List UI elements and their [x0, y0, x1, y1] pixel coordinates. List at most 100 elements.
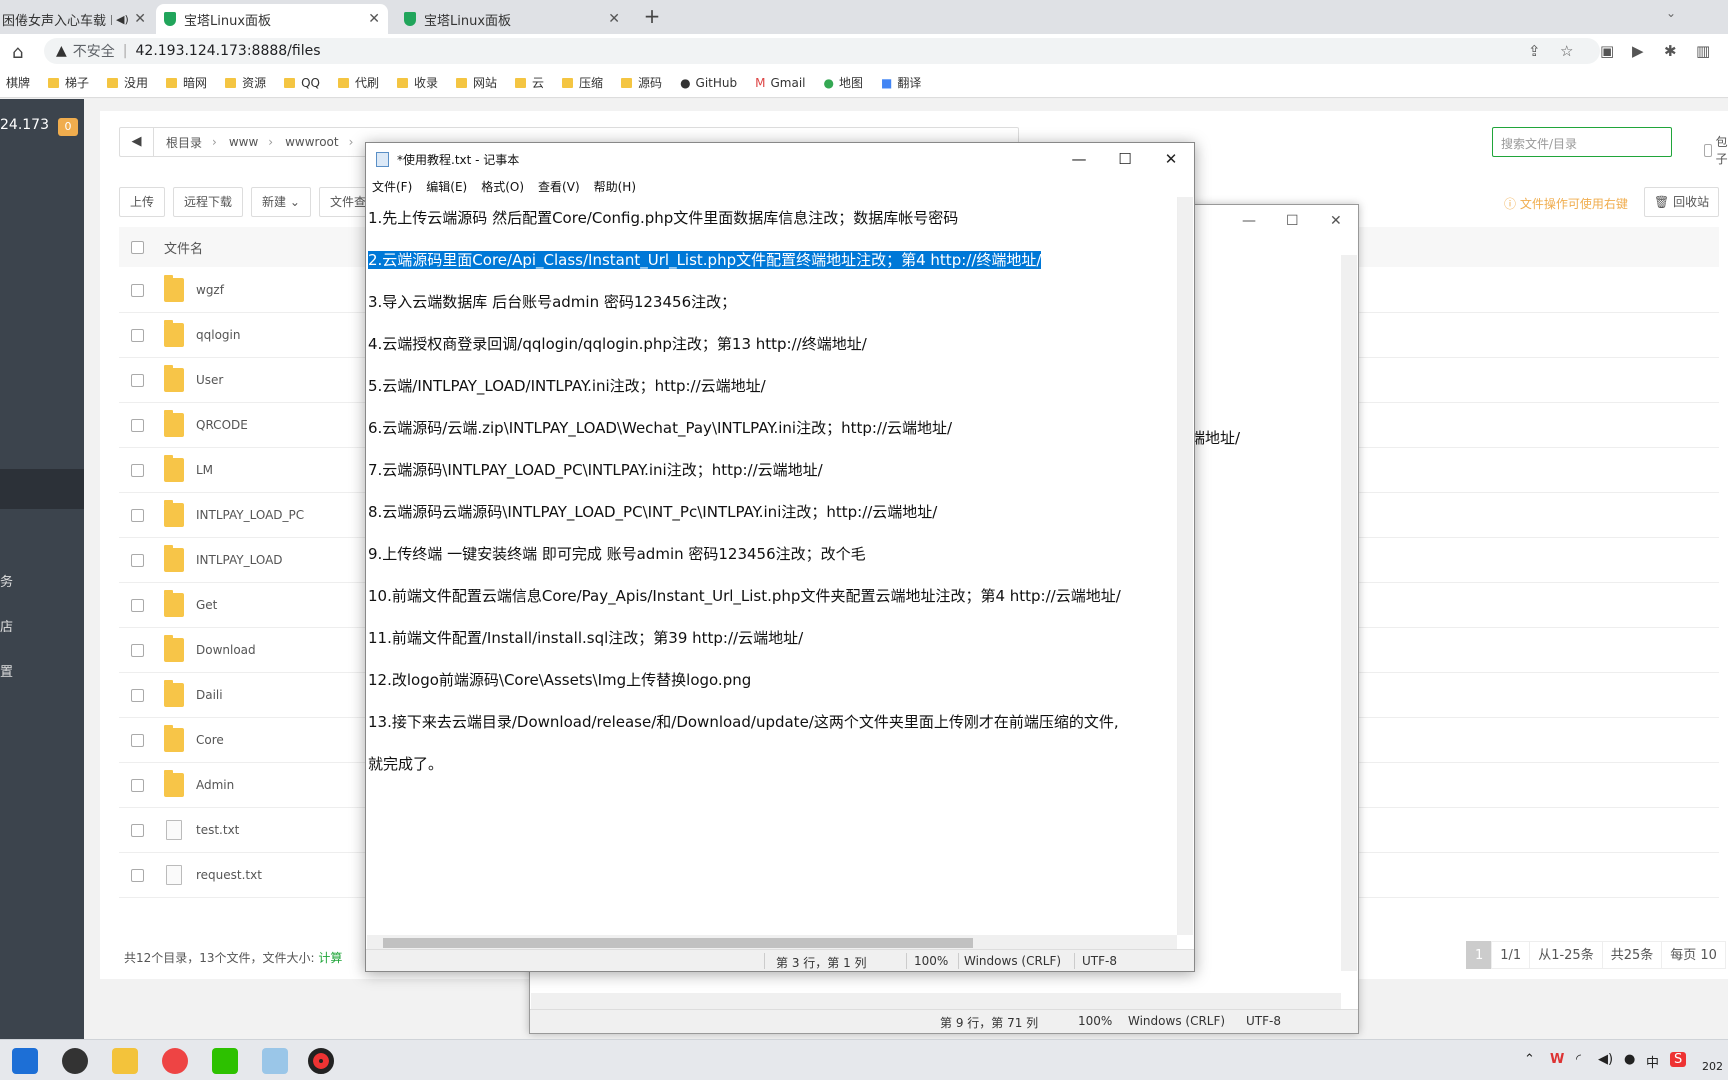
file-name[interactable]: Get: [196, 598, 217, 612]
mail-app-icon[interactable]: [12, 1048, 38, 1074]
browser-tab-2[interactable]: 宝塔Linux面板 ✕: [156, 4, 388, 34]
row-checkbox[interactable]: [131, 328, 144, 342]
row-checkbox[interactable]: [131, 643, 144, 657]
file-explorer-icon[interactable]: [112, 1048, 138, 1074]
wechat-icon[interactable]: [212, 1048, 238, 1074]
ime-label[interactable]: 中: [1646, 1052, 1659, 1071]
row-checkbox[interactable]: [131, 868, 144, 882]
bookmark-item[interactable]: 云: [515, 74, 544, 91]
close-icon[interactable]: ✕: [134, 11, 146, 27]
bookmark-item[interactable]: 网站: [456, 74, 497, 91]
bookmark-github[interactable]: ● GitHub: [680, 76, 737, 90]
close-icon[interactable]: ✕: [368, 11, 380, 27]
sidebar-item-label[interactable]: 置: [0, 661, 13, 680]
title-bar[interactable]: *使用教程.txt - 记事本 — ☐ ✕: [366, 143, 1194, 175]
close-icon[interactable]: ✕: [1148, 143, 1194, 175]
row-checkbox[interactable]: [131, 508, 144, 522]
close-icon[interactable]: ✕: [1330, 213, 1342, 229]
bookmark-maps[interactable]: ● 地图: [824, 74, 864, 91]
file-name[interactable]: test.txt: [196, 823, 239, 837]
row-checkbox[interactable]: [131, 463, 144, 477]
menu-help[interactable]: 帮助(H): [594, 178, 636, 195]
row-checkbox[interactable]: [131, 778, 144, 792]
sidebar-item-active[interactable]: [0, 469, 84, 509]
maximize-icon[interactable]: ☐: [1286, 213, 1299, 229]
file-name[interactable]: request.txt: [196, 868, 262, 882]
bookmark-item[interactable]: 没用: [107, 74, 148, 91]
sogou-icon[interactable]: S: [1670, 1052, 1687, 1067]
wps-icon[interactable]: W: [1550, 1052, 1564, 1067]
minimize-icon[interactable]: —: [1056, 143, 1102, 175]
bookmark-item[interactable]: 暗网: [166, 74, 207, 91]
column-header-name[interactable]: 文件名: [164, 238, 203, 257]
new-button[interactable]: 新建 ⌄: [251, 187, 311, 217]
file-name[interactable]: Download: [196, 643, 256, 657]
app-icon[interactable]: [62, 1048, 88, 1074]
back-arrow-icon[interactable]: ◀: [120, 128, 154, 156]
tab-search-icon[interactable]: ⌄: [1666, 6, 1676, 20]
minimize-icon[interactable]: —: [1242, 213, 1256, 229]
checkbox[interactable]: [1704, 143, 1712, 157]
notepad-window[interactable]: *使用教程.txt - 记事本 — ☐ ✕ 文件(F) 编辑(E) 格式(O) …: [365, 142, 1195, 972]
row-checkbox[interactable]: [131, 418, 144, 432]
remote-download-button[interactable]: 远程下载: [173, 187, 244, 217]
file-name[interactable]: wgzf: [196, 283, 224, 297]
bookmark-item[interactable]: 收录: [396, 74, 438, 91]
per-page-select[interactable]: 每页 10: [1661, 941, 1726, 969]
file-name[interactable]: LM: [196, 463, 213, 477]
browser-tab-1[interactable]: 困倦女声入心车载 E ◀) ✕: [0, 4, 154, 34]
row-checkbox[interactable]: [131, 283, 144, 297]
upload-button[interactable]: 上传: [119, 187, 166, 217]
row-checkbox[interactable]: [131, 373, 144, 387]
search-input[interactable]: 搜索文件/目录: [1492, 127, 1672, 157]
browser-tab-3[interactable]: 宝塔Linux面板 ✕: [396, 4, 628, 34]
horizontal-scrollbar[interactable]: [531, 993, 1341, 1009]
volume-icon[interactable]: ◀): [1598, 1052, 1613, 1067]
row-checkbox[interactable]: [131, 688, 144, 702]
file-name[interactable]: INTLPAY_LOAD: [196, 553, 283, 567]
bookmark-gmail[interactable]: M Gmail: [755, 76, 805, 90]
file-name[interactable]: qqlogin: [196, 328, 240, 342]
notification-badge[interactable]: 0: [58, 118, 78, 136]
breadcrumb-item[interactable]: www: [229, 135, 258, 149]
file-name[interactable]: QRCODE: [196, 418, 248, 432]
row-checkbox[interactable]: [131, 823, 144, 837]
home-icon[interactable]: ⌂: [12, 42, 23, 63]
page-number[interactable]: 1: [1466, 941, 1493, 969]
maximize-icon[interactable]: ☐: [1102, 143, 1148, 175]
file-name[interactable]: Core: [196, 733, 224, 747]
file-name[interactable]: INTLPAY_LOAD_PC: [196, 508, 304, 522]
qq-icon[interactable]: ●: [1624, 1052, 1635, 1067]
file-name[interactable]: Daili: [196, 688, 223, 702]
sidebar-item-label[interactable]: 店: [0, 616, 13, 635]
menu-format[interactable]: 格式(O): [481, 178, 524, 195]
bookmark-translate[interactable]: ■ 翻译: [881, 74, 921, 91]
record-icon[interactable]: [308, 1048, 334, 1074]
menu-icon[interactable]: ▥: [1696, 42, 1710, 60]
text-editor[interactable]: 1.先上传云端源码 然后配置Core/Config.php文件里面数据库信息注改…: [368, 197, 1176, 935]
recycle-bin-button[interactable]: 🗑 回收站: [1644, 187, 1720, 217]
puzzle-icon[interactable]: ✱: [1664, 42, 1677, 60]
scrollbar-thumb[interactable]: [383, 938, 973, 948]
select-all-checkbox[interactable]: [131, 240, 144, 254]
bookmark-item[interactable]: 梯子: [48, 74, 89, 91]
bookmark-item[interactable]: 代刷: [337, 74, 379, 91]
extension-icon[interactable]: ▣: [1600, 42, 1614, 60]
bookmark-item[interactable]: 压缩: [562, 74, 603, 91]
vertical-scrollbar[interactable]: [1341, 255, 1357, 971]
chevron-up-icon[interactable]: ⌃: [1524, 1052, 1535, 1067]
calculate-link[interactable]: 计算: [318, 951, 342, 965]
vertical-scrollbar[interactable]: [1177, 197, 1193, 935]
bookmark-item[interactable]: 源码: [621, 74, 662, 91]
include-subdir-toggle[interactable]: 包含子目: [1704, 133, 1728, 167]
star-icon[interactable]: ☆: [1560, 42, 1573, 60]
menu-file[interactable]: 文件(F): [372, 178, 412, 195]
network-icon[interactable]: ◜: [1576, 1052, 1581, 1067]
chrome-icon[interactable]: [162, 1048, 188, 1074]
address-bar[interactable]: ▲ 不安全 | 42.193.124.173:8888/files: [44, 38, 1600, 64]
new-tab-button[interactable]: +: [639, 6, 665, 28]
close-icon[interactable]: ✕: [608, 11, 620, 27]
row-checkbox[interactable]: [131, 553, 144, 567]
row-checkbox[interactable]: [131, 598, 144, 612]
sidebar-item-label[interactable]: 务: [0, 571, 13, 590]
